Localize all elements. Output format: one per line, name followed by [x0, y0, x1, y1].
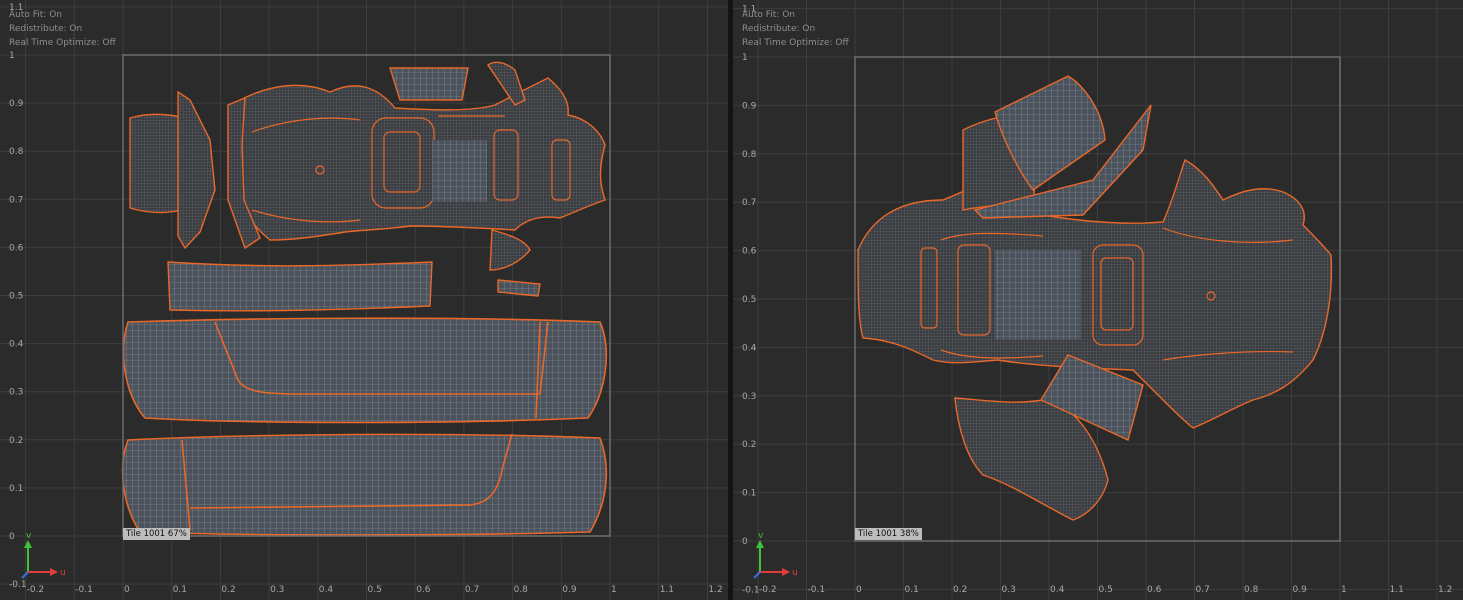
u-tick-label: 0 — [856, 585, 862, 595]
real-time-optimize-status: Real Time Optimize: Off — [742, 38, 849, 48]
v-tick-label: 0.9 — [742, 101, 757, 111]
u-tick-label: 0.3 — [270, 585, 284, 595]
uv-island-door-upper[interactable] — [122, 317, 608, 424]
u-tick-label: 1.1 — [1390, 585, 1404, 595]
v-tick-label: 0 — [9, 532, 15, 542]
u-tick-label: -0.2 — [27, 585, 45, 595]
u-tick-label: 0.8 — [1244, 585, 1259, 595]
v-tick-label: 0.4 — [9, 340, 24, 350]
uv-island-trim[interactable] — [497, 279, 541, 297]
v-tick-label: 0.5 — [742, 295, 756, 305]
u-tick-label: 1.1 — [660, 585, 674, 595]
v-tick-label: 0.2 — [9, 436, 23, 446]
u-tick-label: 0.8 — [514, 585, 529, 595]
tile-label-left: Tile 1001 67% — [123, 528, 190, 540]
v-axis-ticks-left: 1.110.90.80.70.60.50.40.30.20.10-0.1 — [9, 3, 27, 590]
uv-island-grid-panel[interactable] — [432, 140, 487, 202]
u-axis-ticks-left: -0.2 -0.1 0 0.1 0.2 0.3 0.4 0.5 0.6 0.7 0.8 0.9 1 1.1… — [27, 585, 723, 595]
v-tick-label: 0.3 — [742, 392, 756, 402]
v-tick-label: 0.3 — [9, 388, 23, 398]
u-tick-label: -0.1 — [75, 585, 93, 595]
v-tick-label: 0.1 — [742, 489, 756, 499]
u-tick-label: 0.1 — [905, 585, 919, 595]
uv-island-shell-full[interactable] — [857, 114, 1333, 521]
v-tick-label: 0.7 — [742, 198, 756, 208]
u-tick-label: 0 — [124, 585, 130, 595]
u-tick-label: 0.9 — [1293, 585, 1308, 595]
u-tick-label: 0.7 — [1196, 585, 1210, 595]
uv-island-door-lower[interactable] — [121, 433, 608, 536]
axis-gizmo-right: v u — [753, 531, 798, 579]
u-tick-label: 0.9 — [562, 585, 577, 595]
u-tick-label: 0.3 — [1002, 585, 1016, 595]
uv-island-shell-top[interactable] — [129, 61, 606, 271]
u-tick-label: 1 — [1341, 585, 1347, 595]
u-tick-label: 0.5 — [1099, 585, 1113, 595]
axis-u-label: u — [792, 568, 798, 578]
uv-viewport-right[interactable]: v u -0.2 -0.1 0 0.1 0.2 0.3 0.4 0.5 0.6 0.7 0.8 0.9… — [733, 0, 1463, 600]
uv-canvas-left[interactable]: v u -0.2 -0.1 0 0.1 0.2 0.3 0.4 0.5 0.6 0.7 0.8 0.9… — [0, 0, 728, 600]
v-tick-label: 0.4 — [742, 343, 757, 353]
u-axis-ticks-right: -0.2 -0.1 0 0.1 0.2 0.3 0.4 0.5 0.6 0.7 0.8 0.9 1 1.1… — [759, 585, 1452, 595]
u-tick-label: -0.1 — [808, 585, 826, 595]
v-tick-label: -0.1 — [742, 585, 760, 595]
v-tick-label: 0 — [742, 537, 748, 547]
v-tick-label: 0.9 — [9, 99, 24, 109]
u-tick-label: 1.2 — [1438, 585, 1452, 595]
redistribute-status: Redistribute: On — [9, 24, 83, 34]
uv-canvas-right[interactable]: v u -0.2 -0.1 0 0.1 0.2 0.3 0.4 0.5 0.6 0.7 0.8 0.9… — [733, 0, 1463, 600]
axis-v-label: v — [758, 531, 764, 541]
u-tick-label: 0.2 — [953, 585, 967, 595]
v-tick-label: 0.8 — [9, 147, 24, 157]
tile-label-right: Tile 1001 38% — [855, 528, 922, 540]
u-tick-label: 0.2 — [221, 585, 235, 595]
v-tick-label: 0.5 — [9, 292, 23, 302]
v-tick-label: 1 — [9, 51, 15, 61]
axis-gizmo-left: v u — [21, 531, 66, 579]
u-tick-label: 1 — [611, 585, 617, 595]
v-tick-label: 0.1 — [9, 484, 23, 494]
u-tick-label: 1.2 — [708, 585, 722, 595]
u-tick-label: 0.7 — [465, 585, 479, 595]
u-tick-label: 0.6 — [1147, 585, 1162, 595]
real-time-optimize-status: Real Time Optimize: Off — [9, 38, 116, 48]
v-tick-label: 0.7 — [9, 195, 23, 205]
auto-fit-status: Auto Fit: On — [742, 10, 795, 20]
v-tick-label: -0.1 — [9, 580, 27, 590]
uv-island-rocker[interactable] — [167, 261, 433, 312]
v-tick-label: 0.8 — [742, 150, 757, 160]
auto-fit-status: Auto Fit: On — [9, 10, 62, 20]
axis-v-label: v — [26, 531, 32, 541]
uv-island-grid-panel-right[interactable] — [995, 250, 1081, 340]
u-tick-label: 0.4 — [1050, 585, 1065, 595]
redistribute-status: Redistribute: On — [742, 24, 816, 34]
u-tick-label: 0.6 — [416, 585, 431, 595]
v-tick-label: 0.6 — [9, 243, 24, 253]
uv-viewport-left[interactable]: v u -0.2 -0.1 0 0.1 0.2 0.3 0.4 0.5 0.6 0.7 0.8 0.9… — [0, 0, 728, 600]
u-tick-label: 0.1 — [173, 585, 187, 595]
v-axis-ticks-right: 1.110.90.80.70.60.50.40.30.20.10-0.1 — [742, 5, 760, 596]
u-tick-label: 0.5 — [368, 585, 382, 595]
v-tick-label: 1 — [742, 53, 748, 63]
viewport-status-overlay-right: Auto Fit: On Redistribute: On Real Time … — [742, 8, 849, 50]
axis-u-label: u — [60, 568, 66, 578]
v-tick-label: 0.2 — [742, 440, 756, 450]
u-tick-label: 0.4 — [319, 585, 334, 595]
uv-island-window[interactable] — [389, 67, 469, 101]
v-tick-label: 0.6 — [742, 247, 757, 257]
u-tick-label: -0.2 — [759, 585, 777, 595]
viewport-status-overlay-left: Auto Fit: On Redistribute: On Real Time … — [9, 8, 116, 50]
